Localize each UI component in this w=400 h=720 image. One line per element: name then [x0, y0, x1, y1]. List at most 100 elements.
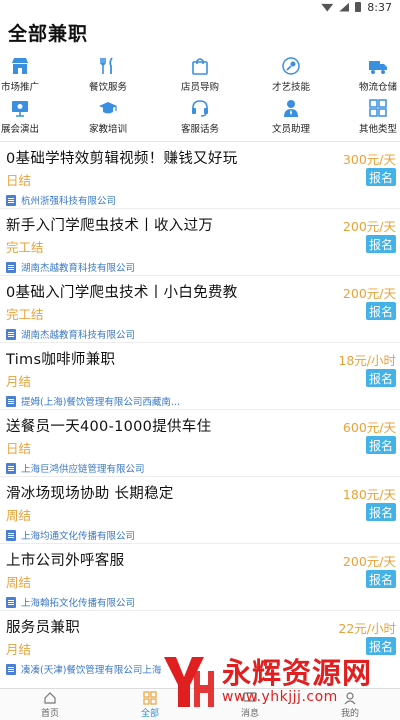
job-list-item[interactable]: 0基础入门学爬虫技术丨小白免费教 200元/天 完工结 报名 湖南杰越教育科技有… [0, 275, 400, 342]
category-grid: 市场推广 餐饮服务 店员导购 才艺技能 物流仓储 展会演出 家教培训 客服话务 … [0, 52, 400, 140]
job-salary: 18元/小时 [338, 353, 396, 368]
watermark-logo [160, 651, 216, 711]
company-name: 凑凑(天津)餐饮管理有限公司上海 [21, 665, 162, 676]
category-label: 餐饮服务 [88, 82, 127, 93]
job-company: 湖南杰越教育科技有限公司 [6, 260, 135, 274]
shopping-bag-icon [192, 58, 208, 75]
job-settlement: 完工结 [6, 307, 44, 322]
microphone-icon [282, 57, 300, 75]
job-title: 送餐员一天400-1000提供车住 [6, 419, 212, 435]
company-icon [6, 328, 16, 340]
company-icon [6, 596, 16, 608]
apply-button[interactable]: 报名 [366, 570, 396, 588]
truck-icon [369, 61, 387, 74]
job-company: 上海巨鸿供应链管理有限公司 [6, 461, 145, 475]
company-icon [6, 462, 16, 474]
category-label: 家教培训 [88, 124, 127, 135]
job-company: 凑凑(天津)餐饮管理有限公司上海 [6, 662, 161, 676]
signal-icon [339, 2, 350, 12]
job-salary: 22元/小时 [338, 621, 396, 636]
apply-button[interactable]: 报名 [366, 369, 396, 387]
category-item-tutoring[interactable]: 家教培训 [72, 98, 144, 138]
grid-icon [369, 99, 387, 117]
category-item-clerk[interactable]: 文员助理 [255, 98, 327, 138]
graduation-cap-icon [99, 102, 117, 114]
category-item-logistics[interactable]: 物流仓储 [342, 56, 400, 96]
status-time: 8:37 [367, 0, 392, 14]
category-label: 展会演出 [0, 124, 39, 135]
job-title: 0基础入门学爬虫技术丨小白免费教 [6, 285, 238, 301]
job-settlement: 完工结 [6, 240, 44, 255]
watermark-brand: 永辉资源网 [222, 656, 373, 690]
job-salary: 200元/天 [342, 286, 396, 301]
category-item-other[interactable]: 其他类型 [342, 98, 400, 138]
job-title: 滑冰场现场协助 长期稳定 [6, 486, 174, 502]
category-label: 店员导购 [180, 82, 219, 93]
person-icon [284, 100, 298, 117]
apply-button[interactable]: 报名 [366, 302, 396, 320]
job-settlement: 月结 [6, 642, 32, 657]
category-item-exhibition[interactable]: 展会演出 [0, 98, 56, 138]
tab-label: 首页 [40, 708, 59, 719]
apply-button[interactable]: 报名 [366, 235, 396, 253]
job-title: 上市公司外呼客服 [6, 553, 125, 569]
job-salary: 180元/天 [342, 487, 396, 502]
storefront-icon [12, 58, 28, 74]
company-icon [6, 261, 16, 273]
tab-home[interactable]: 首页 [0, 689, 100, 720]
company-name: 上海巨鸿供应链管理有限公司 [21, 464, 145, 475]
company-icon [6, 529, 16, 541]
apply-button[interactable]: 报名 [366, 436, 396, 454]
category-label: 客服话务 [180, 124, 219, 135]
job-list-item[interactable]: 送餐员一天400-1000提供车住 600元/天 日结 报名 上海巨鸿供应链管理… [0, 409, 400, 476]
category-item-sales[interactable]: 店员导购 [164, 56, 236, 96]
company-icon [6, 395, 16, 407]
company-icon [6, 663, 16, 675]
company-name: 提姆(上海)餐饮管理有限公司西藏南... [21, 397, 180, 408]
category-label: 文员助理 [271, 124, 310, 135]
app-header: 全部兼职 [0, 14, 400, 50]
category-label: 市场推广 [0, 82, 39, 93]
job-list-item[interactable]: 上市公司外呼客服 200元/天 周结 报名 上海翰拓文化传播有限公司 [0, 543, 400, 610]
category-label: 其他类型 [358, 124, 397, 135]
category-item-catering[interactable]: 餐饮服务 [72, 56, 144, 96]
job-title: 新手入门学爬虫技术丨收入过万 [6, 218, 214, 234]
job-company: 杭州浙强科技有限公司 [6, 193, 116, 207]
job-list: 0基础学特效剪辑视频！赚钱又好玩 300元/天 日结 报名 杭州浙强科技有限公司… [0, 141, 400, 677]
category-label: 物流仓储 [358, 82, 397, 93]
status-bar: 8:37 [0, 0, 400, 14]
category-label: 才艺技能 [271, 82, 310, 93]
job-salary: 600元/天 [342, 420, 396, 435]
job-salary: 300元/天 [342, 152, 396, 167]
category-item-service[interactable]: 客服话务 [164, 98, 236, 138]
apply-button[interactable]: 报名 [366, 503, 396, 521]
job-list-item[interactable]: 滑冰场现场协助 长期稳定 180元/天 周结 报名 上海均通文化传播有限公司 [0, 476, 400, 543]
company-name: 上海翰拓文化传播有限公司 [21, 598, 136, 609]
grid-icon [143, 690, 157, 705]
job-list-item[interactable]: 新手入门学爬虫技术丨收入过万 200元/天 完工结 报名 湖南杰越教育科技有限公… [0, 208, 400, 275]
job-settlement: 日结 [6, 441, 32, 456]
job-title: 服务员兼职 [6, 620, 80, 636]
category-item-talent[interactable]: 才艺技能 [255, 56, 327, 96]
home-icon [44, 691, 56, 704]
wifi-icon [321, 3, 334, 12]
company-name: 湖南杰越教育科技有限公司 [21, 330, 136, 341]
utensils-icon [100, 57, 113, 74]
category-item-market[interactable]: 市场推广 [0, 56, 56, 96]
job-salary: 200元/天 [342, 554, 396, 569]
tab-label: 全部 [140, 708, 159, 719]
page-title: 全部兼职 [8, 22, 89, 45]
job-settlement: 周结 [6, 575, 32, 590]
job-list-item[interactable]: Tims咖啡师兼职 18元/小时 月结 报名 提姆(上海)餐饮管理有限公司西藏南… [0, 342, 400, 409]
headset-icon [192, 100, 208, 117]
watermark: 永辉资源网 www.yhkjjj.com [160, 646, 400, 716]
job-salary: 200元/天 [342, 219, 396, 234]
job-company: 上海均通文化传播有限公司 [6, 528, 135, 542]
apply-button[interactable]: 报名 [366, 168, 396, 186]
company-name: 湖南杰越教育科技有限公司 [21, 263, 136, 274]
job-title: 0基础学特效剪辑视频！赚钱又好玩 [6, 151, 238, 167]
job-settlement: 周结 [6, 508, 32, 523]
watermark-url: www.yhkjjj.com [222, 689, 338, 705]
job-company: 湖南杰越教育科技有限公司 [6, 327, 135, 341]
job-list-item[interactable]: 0基础学特效剪辑视频！赚钱又好玩 300元/天 日结 报名 杭州浙强科技有限公司 [0, 141, 400, 208]
